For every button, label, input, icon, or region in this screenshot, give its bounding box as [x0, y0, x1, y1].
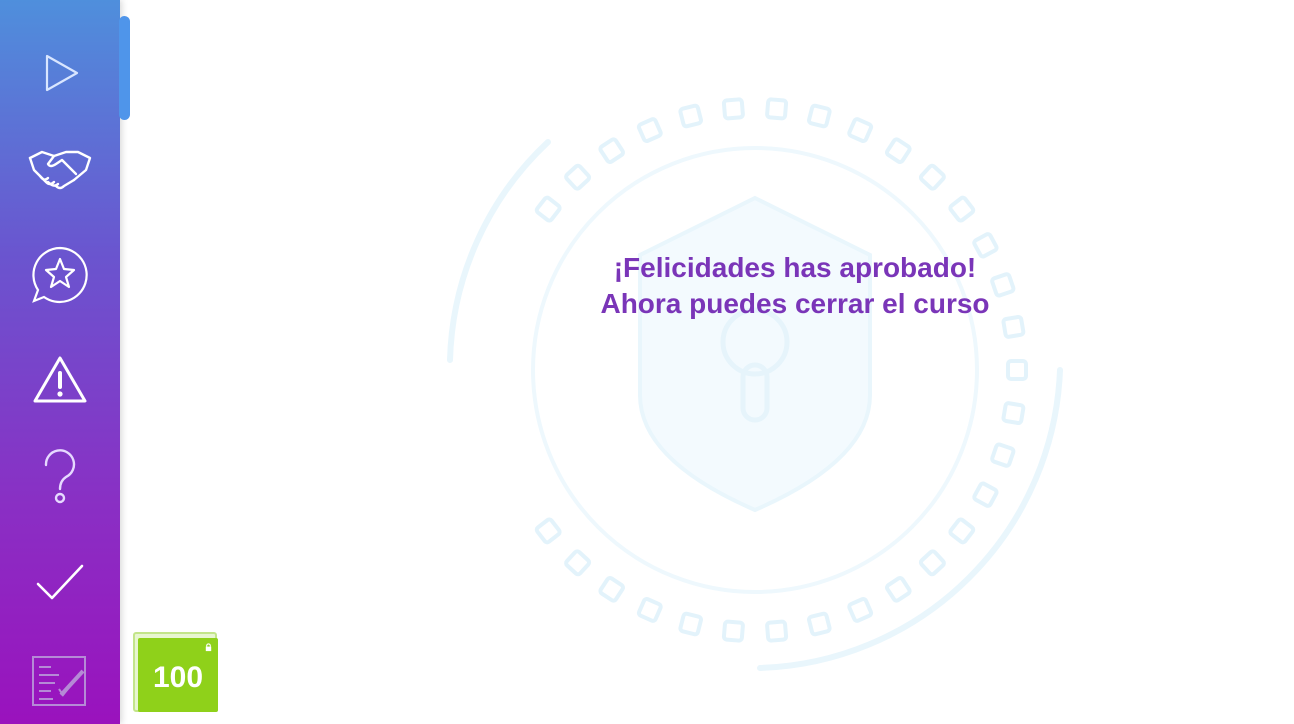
message-line-close-course: Ahora puedes cerrar el curso — [600, 288, 990, 319]
star-bubble-icon — [32, 246, 88, 304]
warning-icon — [33, 356, 87, 403]
handshake-icon — [28, 150, 92, 190]
background-ring-dot — [807, 103, 832, 129]
checklist-document-icon — [32, 656, 86, 706]
background-ring-dot — [598, 575, 626, 603]
background-ring-dot — [918, 549, 946, 577]
background-ring-dot — [1006, 359, 1028, 381]
background-ring-dot — [765, 619, 789, 643]
background-ring-dot — [564, 163, 592, 191]
background-ring-dot — [807, 611, 832, 637]
background-ring-dot — [678, 103, 703, 129]
question-icon — [44, 449, 76, 504]
sidebar-scrollbar[interactable] — [119, 16, 130, 120]
completion-message: ¡Felicidades has aprobado! Ahora puedes … — [500, 250, 1090, 322]
background-ring-dot — [884, 137, 912, 165]
background-ring-dot — [721, 97, 745, 121]
course-completion-screen: ¡Felicidades has aprobado! Ahora puedes … — [0, 0, 1294, 724]
sidebar-nav — [0, 0, 120, 724]
background-ring-dot — [847, 596, 874, 623]
background-ring-dot — [636, 596, 663, 623]
background-ring-dot — [765, 97, 789, 121]
background-ring-dot — [990, 442, 1016, 468]
sidebar-item-play[interactable] — [0, 28, 120, 118]
background-ring-dot — [678, 611, 703, 637]
lock-icon — [205, 643, 212, 652]
sidebar-item-reviews[interactable] — [0, 230, 120, 320]
background-ring-dot — [721, 619, 745, 643]
sidebar-item-complete[interactable] — [0, 537, 120, 627]
sidebar-item-warning[interactable] — [0, 335, 120, 425]
background-ring-dot — [534, 517, 562, 545]
background-ring-dot — [636, 117, 663, 144]
sidebar-item-help[interactable] — [0, 432, 120, 522]
background-ring-dot — [948, 195, 976, 223]
background-ring-dot — [534, 195, 562, 223]
sidebar-item-handshake[interactable] — [0, 125, 120, 215]
background-ring-dot — [884, 575, 912, 603]
score-value: 100 — [152, 661, 204, 694]
sidebar-item-checklist[interactable] — [0, 636, 120, 724]
background-ring-dot — [918, 163, 946, 191]
background-ring-dot — [847, 117, 874, 144]
background-ring-dot — [948, 517, 976, 545]
background-ring-dot — [598, 137, 626, 165]
background-ring-dot — [972, 481, 999, 508]
check-icon — [36, 564, 84, 600]
play-icon — [45, 54, 79, 92]
security-shield-background — [447, 97, 1063, 671]
background-ring-dot — [1001, 401, 1026, 426]
background-ring-dot — [564, 549, 592, 577]
message-line-congrats: ¡Felicidades has aprobado! — [613, 252, 977, 283]
score-badge: 100 — [138, 638, 218, 712]
